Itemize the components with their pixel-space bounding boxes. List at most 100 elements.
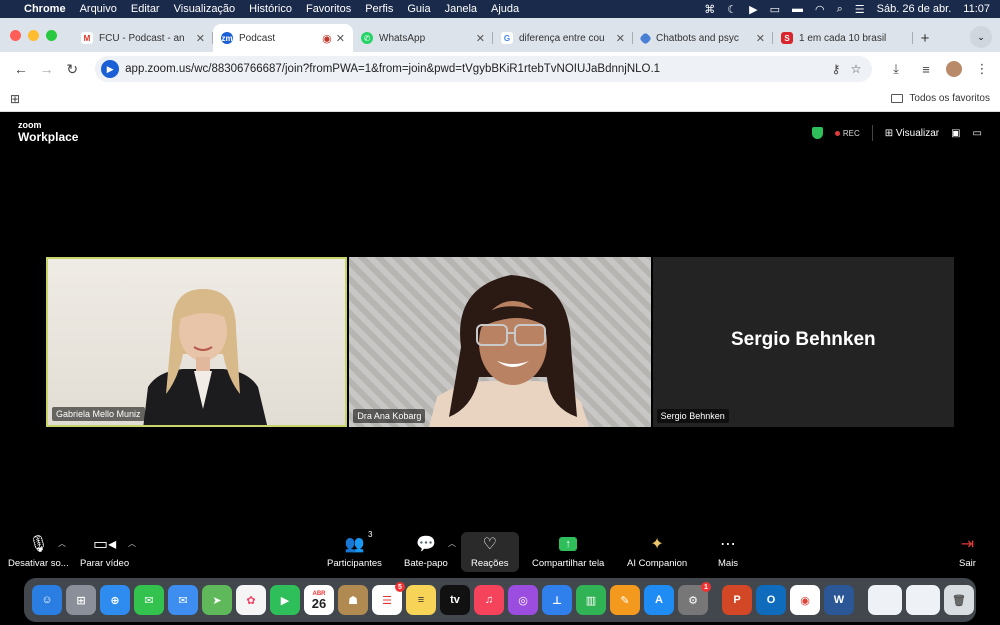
- control-center-icon[interactable]: ☰: [855, 3, 865, 16]
- powerpoint-icon[interactable]: P: [722, 585, 752, 615]
- battery-icon[interactable]: ▬: [792, 3, 803, 15]
- ai-companion-button[interactable]: ✦ AI Companion: [627, 532, 687, 569]
- new-tab-button[interactable]: +: [913, 24, 937, 52]
- more-button[interactable]: ⋯ Mais: [718, 532, 738, 569]
- close-icon[interactable]: ✕: [476, 32, 485, 45]
- download-icon[interactable]: ⤓: [886, 61, 906, 77]
- music-icon[interactable]: ♫: [474, 585, 504, 615]
- chrome-icon[interactable]: ◉: [790, 585, 820, 615]
- pages-icon[interactable]: ✎: [610, 585, 640, 615]
- profile-avatar[interactable]: [945, 61, 962, 77]
- photos-icon[interactable]: ✿: [236, 585, 266, 615]
- back-button[interactable]: ←: [8, 56, 34, 82]
- menubar-date[interactable]: Sáb. 26 de abr.: [877, 3, 952, 15]
- fullscreen-icon[interactable]: ▭: [973, 128, 982, 139]
- status-area: ⌘ ☾ ▶ ▭ ▬ ◠ ⌕ ☰ Sáb. 26 de abr. 11:07: [704, 3, 990, 16]
- safari-icon[interactable]: ⊕: [100, 585, 130, 615]
- reminders-icon[interactable]: ☰ 5: [372, 582, 405, 615]
- notes-icon[interactable]: ≡: [406, 585, 436, 615]
- video-tile-ana[interactable]: Dra Ana Kobarg: [349, 257, 651, 427]
- media-control-icon[interactable]: ≡: [916, 62, 936, 77]
- star-icon[interactable]: ☆: [846, 62, 866, 76]
- tab-news[interactable]: S 1 em cada 10 brasil: [773, 24, 913, 52]
- video-tile-sergio[interactable]: Sergio Behnken Sergio Behnken: [652, 257, 954, 427]
- keynote-icon[interactable]: ⊥: [542, 585, 572, 615]
- calendar-day: 26: [311, 595, 327, 611]
- screen-mirror-icon[interactable]: ▭: [770, 3, 780, 16]
- calendar-icon[interactable]: ABR 26: [304, 585, 334, 615]
- contacts-icon[interactable]: ☗: [338, 585, 368, 615]
- apple-tv-icon[interactable]: tv: [440, 585, 470, 615]
- menu-editar[interactable]: Editar: [131, 3, 160, 15]
- outlook-icon[interactable]: O: [756, 585, 786, 615]
- minimize-window-button[interactable]: [28, 29, 39, 41]
- menubar-time[interactable]: 11:07: [963, 3, 990, 15]
- close-window-button[interactable]: [10, 29, 21, 41]
- leave-button[interactable]: ⇥ Sair: [959, 532, 976, 569]
- finder-icon[interactable]: ☺: [32, 585, 62, 615]
- close-icon[interactable]: ✕: [196, 32, 205, 45]
- translate-icon[interactable]: ⌘: [704, 3, 715, 16]
- document-thumbnail-icon[interactable]: [868, 585, 902, 615]
- audio-options-caret[interactable]: ︿: [58, 538, 66, 549]
- url-text[interactable]: app.zoom.us/wc/88306766687/join?fromPWA=…: [125, 63, 826, 75]
- tab-chatbots[interactable]: Chatbots and psyc ✕: [633, 24, 773, 52]
- moon-icon[interactable]: ☾: [727, 3, 737, 16]
- all-favorites[interactable]: Todos os favoritos: [891, 93, 990, 104]
- tab-zoom-podcast[interactable]: zm Podcast ◉ ✕: [213, 24, 353, 52]
- close-icon[interactable]: ✕: [756, 32, 765, 45]
- menu-favoritos[interactable]: Favoritos: [306, 3, 351, 15]
- share-screen-button[interactable]: ↑ Compartilhar tela: [532, 532, 604, 569]
- recording-indicator[interactable]: REC: [834, 129, 860, 138]
- podcasts-icon[interactable]: ◎: [508, 585, 538, 615]
- launchpad-icon[interactable]: ⊞: [66, 585, 96, 615]
- mail-icon[interactable]: ✉: [168, 585, 198, 615]
- app-store-icon[interactable]: A: [644, 585, 674, 615]
- system-settings-icon[interactable]: ⚙ 1: [678, 582, 711, 615]
- close-icon[interactable]: ✕: [616, 32, 625, 45]
- toolbar-actions: ⤓ ≡ ⋮: [886, 61, 992, 77]
- word-icon[interactable]: W: [824, 585, 854, 615]
- stop-video-button[interactable]: ▭◂ Parar vídeo: [80, 532, 129, 569]
- menu-janela[interactable]: Janela: [445, 3, 477, 15]
- tab-gmail[interactable]: M FCU - Podcast - an ✕: [73, 24, 213, 52]
- menu-ajuda[interactable]: Ajuda: [491, 3, 519, 15]
- address-bar[interactable]: ▶ app.zoom.us/wc/88306766687/join?fromPW…: [95, 56, 872, 82]
- kebab-menu-icon[interactable]: ⋮: [972, 61, 992, 77]
- facetime-icon[interactable]: ▶: [270, 585, 300, 615]
- numbers-icon[interactable]: ▥: [576, 585, 606, 615]
- zoom-site-icon[interactable]: ▶: [101, 60, 120, 78]
- reload-button[interactable]: ↻: [59, 56, 85, 82]
- shield-icon[interactable]: [811, 127, 823, 139]
- chat-options-caret[interactable]: ︿: [448, 538, 456, 549]
- tab-whatsapp[interactable]: ✆ WhatsApp ✕: [353, 24, 493, 52]
- menu-visualizacao[interactable]: Visualização: [174, 3, 236, 15]
- participants-button[interactable]: 👥 3 Participantes: [327, 530, 382, 569]
- video-options-caret[interactable]: ︿: [128, 538, 136, 549]
- picture-in-picture-icon[interactable]: ▣: [951, 128, 960, 139]
- view-button[interactable]: ⊞ Visualizar: [885, 128, 939, 139]
- reactions-button[interactable]: ♡ Reações: [461, 532, 519, 572]
- messages-icon[interactable]: ✉: [134, 585, 164, 615]
- trash-icon[interactable]: 🗑: [944, 585, 974, 615]
- play-icon[interactable]: ▶: [749, 3, 757, 16]
- document-thumbnail-icon[interactable]: [906, 585, 940, 615]
- menu-app-chrome[interactable]: Chrome: [24, 3, 66, 15]
- key-icon[interactable]: ⚷: [826, 62, 846, 76]
- menu-historico[interactable]: Histórico: [249, 3, 292, 15]
- menu-arquivo[interactable]: Arquivo: [80, 3, 117, 15]
- whatsapp-icon: ✆: [361, 32, 373, 44]
- close-icon[interactable]: ✕: [336, 32, 345, 45]
- zoom-window-button[interactable]: [46, 29, 57, 41]
- wifi-icon[interactable]: ◠: [815, 3, 825, 16]
- tab-google[interactable]: G diferença entre cou ✕: [493, 24, 633, 52]
- forward-button[interactable]: →: [34, 56, 60, 82]
- apps-grid-icon[interactable]: ⊞: [10, 92, 20, 106]
- chat-button[interactable]: 💬 Bate-papo: [404, 532, 448, 569]
- menu-guia[interactable]: Guia: [407, 3, 430, 15]
- menu-perfis[interactable]: Perfis: [365, 3, 393, 15]
- video-tile-gabriela[interactable]: Gabriela Mello Muniz: [46, 257, 348, 427]
- tab-search-button[interactable]: ⌄: [970, 26, 992, 48]
- maps-icon[interactable]: ➤: [202, 585, 232, 615]
- search-icon[interactable]: ⌕: [837, 3, 843, 16]
